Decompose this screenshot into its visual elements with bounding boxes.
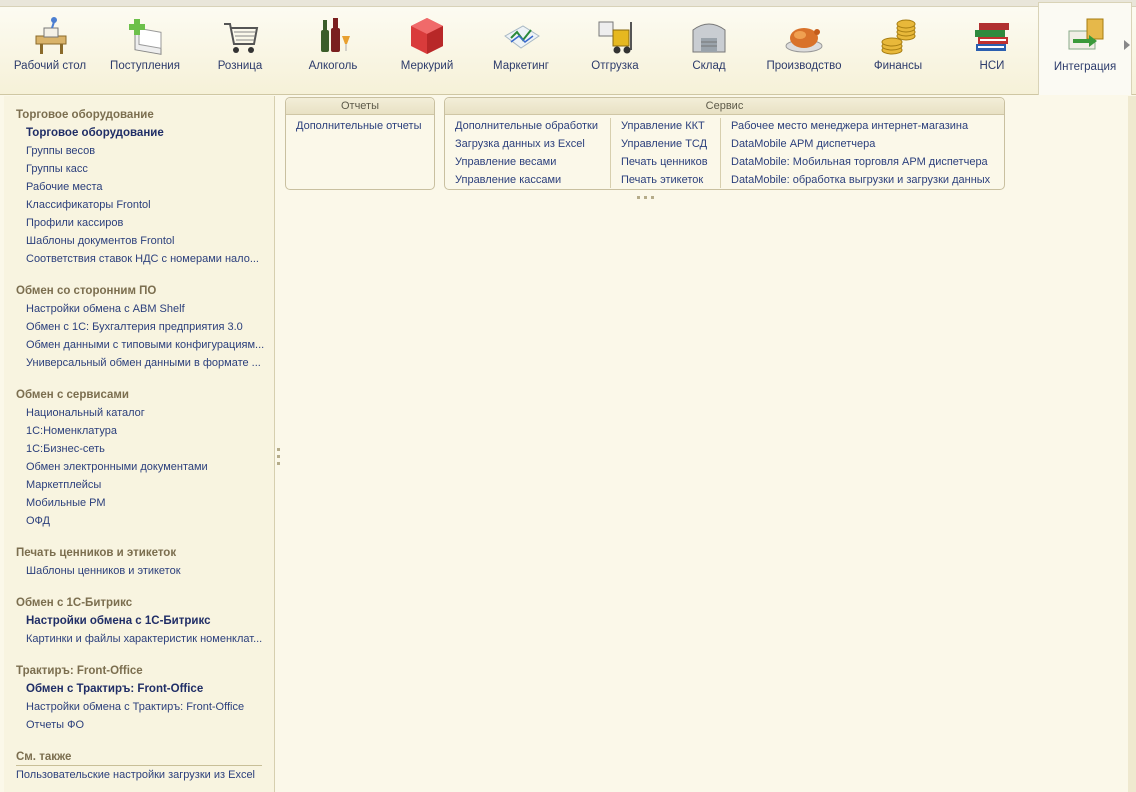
service-link[interactable]: Управление кассами bbox=[455, 174, 561, 186]
receipts-icon bbox=[125, 16, 165, 56]
service-link[interactable]: DataMobile: Мобильная торговля АРМ диспе… bbox=[731, 156, 988, 168]
see-also-divider bbox=[16, 765, 262, 766]
section-label: Рабочий стол bbox=[13, 60, 87, 72]
sidebar-link[interactable]: Универсальный обмен данными в формате ..… bbox=[26, 357, 266, 369]
section-label: Финансы bbox=[873, 60, 923, 72]
section-integration[interactable]: Интеграция bbox=[1038, 2, 1132, 95]
sidebar-link[interactable]: Отчеты ФО bbox=[26, 719, 266, 731]
coins-icon bbox=[878, 16, 918, 56]
sidebar-group-title: Обмен с 1С-Битрикс bbox=[16, 597, 133, 609]
section-marketing[interactable]: Маркетинг bbox=[484, 8, 558, 92]
section-label: НСИ bbox=[979, 60, 1005, 72]
forklift-icon bbox=[595, 16, 635, 56]
sidebar-link[interactable]: Группы весов bbox=[26, 145, 266, 157]
section-receipts[interactable]: Поступления bbox=[104, 8, 186, 92]
sidebar-link[interactable]: Обмен с Трактиръ: Front-Office bbox=[26, 683, 266, 695]
cart-icon bbox=[220, 16, 260, 56]
section-alcohol[interactable]: Алкоголь bbox=[296, 8, 370, 92]
section-finance[interactable]: Финансы bbox=[862, 8, 934, 92]
sidebar-link[interactable]: 1С:Бизнес-сеть bbox=[26, 443, 266, 455]
service-link[interactable]: Управление весами bbox=[455, 156, 556, 168]
desk-icon bbox=[30, 16, 70, 56]
section-label: Розница bbox=[217, 60, 263, 72]
sidebar-link[interactable]: Мобильные РМ bbox=[26, 497, 266, 509]
sidebar-link[interactable]: Настройки обмена с Трактиръ: Front-Offic… bbox=[26, 701, 266, 713]
service-link[interactable]: Управление ТСД bbox=[621, 138, 707, 150]
sidebar-link[interactable]: Рабочие места bbox=[26, 181, 266, 193]
section-label: Отгрузка bbox=[591, 60, 639, 72]
sidebar-group-title: Торговое оборудование bbox=[16, 109, 154, 121]
section-reference-data[interactable]: НСИ bbox=[954, 8, 1030, 92]
sidebar-link[interactable]: Обмен данными с типовыми конфигурациям..… bbox=[26, 339, 266, 351]
section-label: Производство bbox=[766, 60, 842, 72]
window-edge bbox=[0, 0, 1136, 7]
section-label: Маркетинг bbox=[493, 60, 549, 72]
sidebar-group-title: Обмен со сторонним ПО bbox=[16, 285, 157, 297]
sidebar-link[interactable]: Профили кассиров bbox=[26, 217, 266, 229]
service-link[interactable]: Управление ККТ bbox=[621, 120, 705, 132]
section-label: Поступления bbox=[110, 60, 180, 72]
panel-resize-handle[interactable] bbox=[637, 190, 667, 199]
service-panel: Сервис Дополнительные обработки Загрузка… bbox=[444, 97, 1005, 190]
sidebar-link[interactable]: Шаблоны документов Frontol bbox=[26, 235, 266, 247]
service-link[interactable]: Печать ценников bbox=[621, 156, 708, 168]
section-label: Меркурий bbox=[400, 60, 454, 72]
integration-icon bbox=[1065, 17, 1105, 57]
bottles-icon bbox=[313, 16, 353, 56]
sidebar-group-title: Обмен с сервисами bbox=[16, 389, 129, 401]
sidebar-link[interactable]: Национальный каталог bbox=[26, 407, 266, 419]
section-desktop[interactable]: Рабочий стол bbox=[12, 8, 88, 92]
section-panel: Рабочий стол Поступления Розница Алкогол… bbox=[0, 0, 1136, 95]
sidebar-group-title: Печать ценников и этикеток bbox=[16, 547, 177, 559]
service-link[interactable]: DataMobile АРМ диспетчера bbox=[731, 138, 875, 150]
sidebar-link[interactable]: ОФД bbox=[26, 515, 266, 527]
warehouse-icon bbox=[689, 16, 729, 56]
service-link[interactable]: Печать этикеток bbox=[621, 174, 703, 186]
service-link[interactable]: Рабочее место менеджера интернет-магазин… bbox=[731, 120, 968, 132]
section-retail[interactable]: Розница bbox=[202, 8, 278, 92]
sidebar-link[interactable]: Маркетплейсы bbox=[26, 479, 266, 491]
service-link[interactable]: Загрузка данных из Excel bbox=[455, 138, 585, 150]
sidebar-group-title: Трактиръ: Front-Office bbox=[16, 665, 143, 677]
sidebar-link[interactable]: Соответствия ставок НДС с номерами нало.… bbox=[26, 253, 266, 265]
sidebar-link[interactable]: Настройки обмена с ABM Shelf bbox=[26, 303, 266, 315]
see-also-title: См. также bbox=[16, 751, 72, 763]
section-mercury[interactable]: Меркурий bbox=[390, 8, 464, 92]
sidebar-splitter[interactable] bbox=[277, 444, 281, 474]
service-link[interactable]: Дополнительные обработки bbox=[455, 120, 598, 132]
mercury-cube-icon bbox=[407, 16, 447, 56]
sidebar-link[interactable]: Торговое оборудование bbox=[26, 127, 266, 139]
column-divider bbox=[720, 118, 721, 188]
reports-link[interactable]: Дополнительные отчеты bbox=[296, 120, 421, 132]
section-label: Алкоголь bbox=[308, 60, 358, 72]
roast-chicken-icon bbox=[784, 16, 824, 56]
reports-panel: Отчеты Дополнительные отчеты bbox=[285, 97, 435, 190]
reports-panel-title: Отчеты bbox=[286, 98, 434, 115]
window-right-edge bbox=[1128, 96, 1136, 792]
section-warehouse[interactable]: Склад bbox=[672, 8, 746, 92]
marketing-chart-icon bbox=[501, 16, 541, 56]
scroll-right-arrow-icon[interactable] bbox=[1124, 40, 1130, 50]
sidebar-link[interactable]: Классификаторы Frontol bbox=[26, 199, 266, 211]
books-icon bbox=[972, 16, 1012, 56]
sidebar-link[interactable]: Группы касс bbox=[26, 163, 266, 175]
section-label: Склад bbox=[692, 60, 726, 72]
see-also-link[interactable]: Пользовательские настройки загрузки из E… bbox=[16, 769, 256, 781]
sidebar-link[interactable]: 1С:Номенклатура bbox=[26, 425, 266, 437]
sidebar-link[interactable]: Картинки и файлы характеристик номенклат… bbox=[26, 633, 266, 645]
sidebar-link[interactable]: Обмен электронными документами bbox=[26, 461, 266, 473]
section-production[interactable]: Производство bbox=[762, 8, 846, 92]
service-panel-title: Сервис bbox=[445, 98, 1004, 115]
sidebar-link[interactable]: Шаблоны ценников и этикеток bbox=[26, 565, 266, 577]
sidebar-navigation: Торговое оборудование Торговое оборудова… bbox=[4, 96, 275, 792]
column-divider bbox=[610, 118, 611, 188]
sidebar-link[interactable]: Настройки обмена с 1С-Битрикс bbox=[26, 615, 266, 627]
section-label: Интеграция bbox=[1053, 61, 1117, 73]
section-shipment[interactable]: Отгрузка bbox=[578, 8, 652, 92]
sidebar-link[interactable]: Обмен с 1С: Бухгалтерия предприятия 3.0 bbox=[26, 321, 266, 333]
service-link[interactable]: DataMobile: обработка выгрузки и загрузк… bbox=[731, 174, 990, 186]
